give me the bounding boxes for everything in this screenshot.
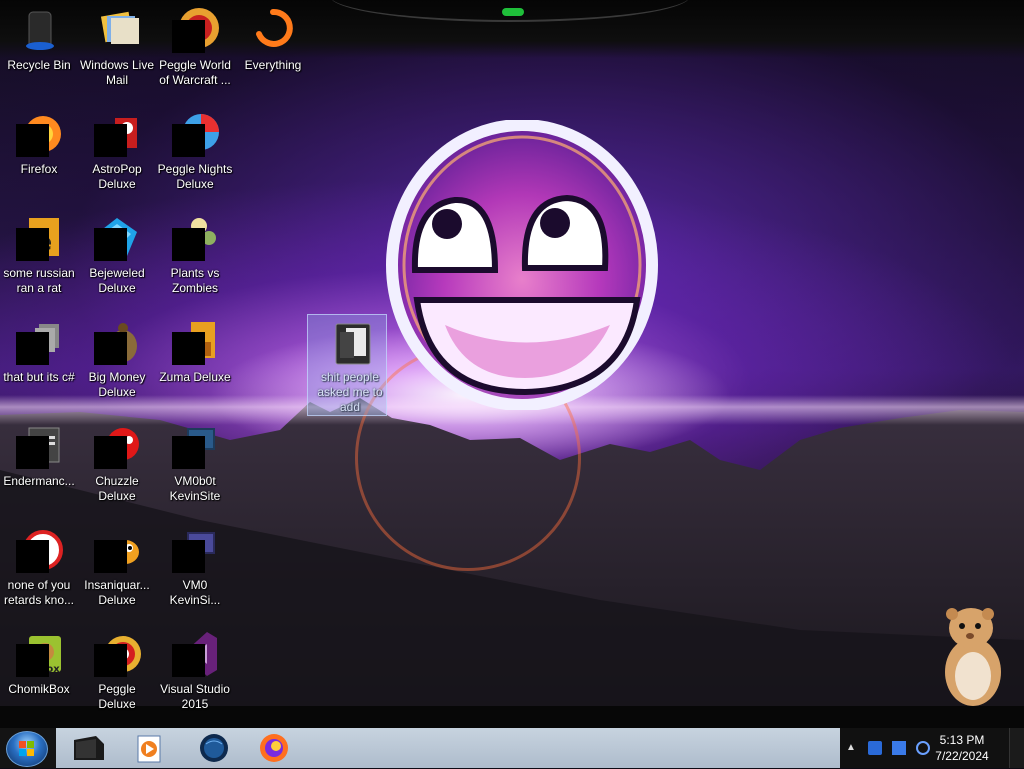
firefox-icon	[260, 734, 288, 762]
game-icon	[171, 318, 219, 366]
desktop-icon-visual-studio-2015[interactable]: Visual Studio 2015	[156, 630, 234, 712]
desktop-icon-label: that but its c#	[3, 370, 75, 384]
desktop-icon-label: Big Money Deluxe	[88, 370, 146, 399]
mail-icon	[93, 6, 141, 54]
taskbar-pinned-internet[interactable]	[184, 730, 240, 766]
system-clock[interactable]: 5:13 PM 7/22/2024	[924, 732, 1000, 764]
peggle-icon	[171, 110, 219, 158]
taskbar-apps-strip	[56, 728, 840, 768]
show-hidden-icons-arrow[interactable]: ▲	[846, 742, 856, 753]
desktop-icon-label: Chuzzle Deluxe	[95, 474, 139, 503]
desktop-icon-label: Visual Studio 2015	[160, 682, 230, 711]
desktop-icon-bejeweled-deluxe[interactable]: Bejeweled Deluxe	[78, 214, 156, 296]
awesome-face-graphic	[386, 120, 658, 410]
desktop-icon-label: some russian ran a rat	[3, 266, 75, 295]
desktop-icon-label: Peggle World of Warcraft ...	[159, 58, 231, 87]
taskbar-pinned-file-explorer[interactable]	[60, 730, 116, 766]
desktop-icon-zuma-deluxe[interactable]: Zuma Deluxe	[156, 318, 234, 385]
desktop-icon-label: Bejeweled Deluxe	[89, 266, 145, 295]
windows-logo-icon	[19, 741, 34, 756]
desktop-icon-plants-vs-zombies[interactable]: Plants vs Zombies	[156, 214, 234, 296]
tray-display-icon[interactable]	[892, 741, 906, 755]
desktop-icon-label: Windows Live Mail	[79, 58, 155, 87]
plant-icon	[171, 214, 219, 262]
app-icon	[15, 526, 63, 574]
tray-network-icon[interactable]	[868, 741, 882, 755]
search-icon	[249, 6, 297, 54]
start-button[interactable]	[6, 731, 48, 767]
taskbar-pinned-firefox[interactable]	[246, 730, 302, 766]
peggle-icon	[93, 630, 141, 678]
globe-icon	[200, 734, 228, 762]
desktop-icon-label: VM0b0t KevinSite	[169, 474, 221, 503]
peggle-icon	[171, 6, 219, 54]
taskbar-pinned-media-player[interactable]	[120, 730, 176, 766]
game-icon	[93, 422, 141, 470]
app-icon: e	[15, 214, 63, 262]
firefox-icon	[15, 110, 63, 158]
terminal-icon	[171, 526, 219, 574]
desktop-icon-astropop-deluxe[interactable]: AstroPop Deluxe	[78, 110, 156, 192]
taskbar-start-area	[0, 728, 56, 768]
shortcut-icon	[15, 318, 63, 366]
desktop-icon-some-russian[interactable]: e some russian ran a rat	[0, 214, 78, 296]
desktop-icon-everything[interactable]: Everything	[234, 6, 312, 73]
desktop-icon-peggle-deluxe[interactable]: Peggle Deluxe	[78, 630, 156, 712]
desktop-icon-chomikbox[interactable]: ox ChomikBox	[0, 630, 78, 697]
fish-icon	[93, 526, 141, 574]
visual-studio-icon	[171, 630, 219, 678]
terminal-icon	[171, 422, 219, 470]
hamster-icon: ox	[15, 630, 63, 678]
clock-time: 5:13 PM	[939, 733, 985, 747]
desktop-icon-recycle-bin[interactable]: Recycle Bin	[0, 6, 78, 73]
media-player-icon	[137, 735, 161, 763]
desktop-icon-label: Recycle Bin	[7, 58, 71, 72]
desktop-icon-label: Plants vs Zombies	[170, 266, 220, 295]
desktop-icon-that-but-its-csharp[interactable]: that but its c#	[0, 318, 78, 385]
desktop-icon-label: Endermanc...	[3, 474, 75, 488]
desktop-icon-endermanc[interactable]: Endermanc...	[0, 422, 78, 489]
show-desktop-button[interactable]	[1009, 728, 1024, 768]
money-icon	[93, 318, 141, 366]
game-icon	[93, 110, 141, 158]
desktop-icon-vm0-kevinsite[interactable]: VM0 KevinSi...	[156, 526, 234, 608]
desktop-icon-label: none of you retards kno...	[3, 578, 75, 607]
desktop-icon-label: Peggle Nights Deluxe	[157, 162, 233, 191]
desktop-icon-label: Insaniquar... Deluxe	[84, 578, 150, 607]
desktop-icon-label: VM0 KevinSi...	[169, 578, 221, 607]
desktop-icon-label: AstroPop Deluxe	[92, 162, 142, 191]
hamster-gadget[interactable]	[938, 602, 1008, 710]
console-icon	[15, 422, 63, 470]
desktop-icon-label: Everything	[244, 58, 302, 72]
desktop-icon-label: Zuma Deluxe	[159, 370, 231, 384]
recycle-bin-icon	[15, 6, 63, 54]
desktop-icon-chuzzle-deluxe[interactable]: Chuzzle Deluxe	[78, 422, 156, 504]
gem-icon	[93, 214, 141, 262]
desktop-icon-windows-live-mail[interactable]: Windows Live Mail	[78, 6, 156, 88]
desktop-icon-label: Peggle Deluxe	[98, 682, 136, 711]
system-tray: ▲ 5:13 PM 7/22/2024	[840, 728, 1024, 768]
desktop-icon-peggle-world-of-warcraft[interactable]: Peggle World of Warcraft ...	[156, 6, 234, 88]
desktop-folder-selected[interactable]: shit people asked me to add	[307, 314, 389, 416]
desktop-icon-big-money-deluxe[interactable]: Big Money Deluxe	[78, 318, 156, 400]
desktop-icon-vm0b0t-kevinsite[interactable]: VM0b0t KevinSite	[156, 422, 234, 504]
desktop-icon-none-of-you[interactable]: none of you retards kno...	[0, 526, 78, 608]
folder-icon	[74, 736, 104, 760]
desktop-icon-label: Firefox	[20, 162, 58, 176]
folder-icon	[326, 318, 374, 366]
desktop-icon-insaniquarium-deluxe[interactable]: Insaniquar... Deluxe	[78, 526, 156, 608]
desktop-icon-peggle-nights-deluxe[interactable]: Peggle Nights Deluxe	[156, 110, 234, 192]
clock-date: 7/22/2024	[935, 749, 989, 763]
taskbar: ▲ 5:13 PM 7/22/2024	[0, 728, 1024, 768]
desktop-icon-label: ChomikBox	[8, 682, 70, 696]
desktop-icon-firefox[interactable]: Firefox	[0, 110, 78, 177]
